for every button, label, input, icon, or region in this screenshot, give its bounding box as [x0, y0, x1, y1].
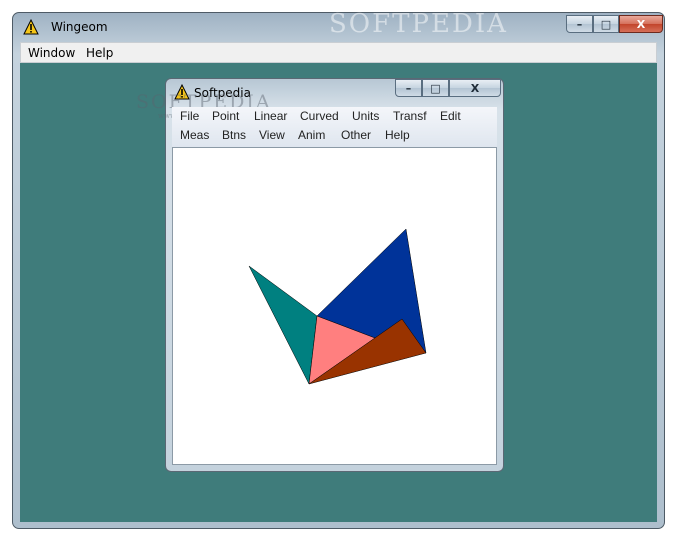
- inner-maximize-icon: □: [430, 81, 441, 95]
- inner-title-bar[interactable]: Softpedia SOFTPEDIA www.softpedia.com – …: [136, 79, 503, 120]
- teal-triangle[interactable]: [248, 265, 318, 385]
- title-bar[interactable]: Wingeom SOFTPEDIA – □ X: [21, 9, 663, 39]
- inner-menu-bar: File Point Linear Curved Units Transf Ed…: [172, 107, 497, 148]
- menu-bar: Window Help: [20, 42, 657, 63]
- menu-transf[interactable]: Transf: [393, 109, 427, 123]
- close-button[interactable]: X: [619, 15, 663, 33]
- drawing-canvas[interactable]: [172, 147, 497, 465]
- inner-close-icon: X: [470, 81, 480, 95]
- menu-view[interactable]: View: [259, 128, 285, 142]
- menu-edit[interactable]: Edit: [440, 109, 461, 123]
- close-icon: X: [636, 17, 646, 31]
- maximize-icon: □: [600, 17, 612, 31]
- inner-app-warning-icon: [174, 84, 190, 100]
- menu-other[interactable]: Other: [341, 128, 371, 142]
- app-warning-icon: [23, 19, 39, 35]
- minimize-icon: –: [576, 17, 583, 31]
- menu-anim[interactable]: Anim: [298, 128, 325, 142]
- inner-minimize-icon: –: [405, 81, 412, 95]
- inner-minimize-button[interactable]: –: [395, 79, 422, 97]
- maximize-button[interactable]: □: [593, 15, 619, 33]
- menu-help[interactable]: Help: [86, 46, 113, 60]
- menu-window[interactable]: Window: [28, 46, 75, 60]
- menu-curved[interactable]: Curved: [300, 109, 339, 123]
- minimize-button[interactable]: –: [566, 15, 593, 33]
- softpedia-window: Softpedia SOFTPEDIA www.softpedia.com – …: [136, 78, 504, 472]
- inner-window-title: Softpedia: [194, 86, 251, 100]
- menu-point[interactable]: Point: [212, 109, 239, 123]
- menu-linear[interactable]: Linear: [254, 109, 287, 123]
- menu-meas[interactable]: Meas: [180, 128, 209, 142]
- inner-maximize-button[interactable]: □: [422, 79, 449, 97]
- inner-close-button[interactable]: X: [449, 79, 501, 97]
- menu-file[interactable]: File: [180, 109, 199, 123]
- window-title: Wingeom: [51, 20, 108, 34]
- watermark-title: SOFTPEDIA: [329, 9, 508, 39]
- menu-units[interactable]: Units: [352, 109, 379, 123]
- menu-help-inner[interactable]: Help: [385, 128, 410, 142]
- geometry-drawing[interactable]: [173, 148, 496, 464]
- menu-btns[interactable]: Btns: [222, 128, 246, 142]
